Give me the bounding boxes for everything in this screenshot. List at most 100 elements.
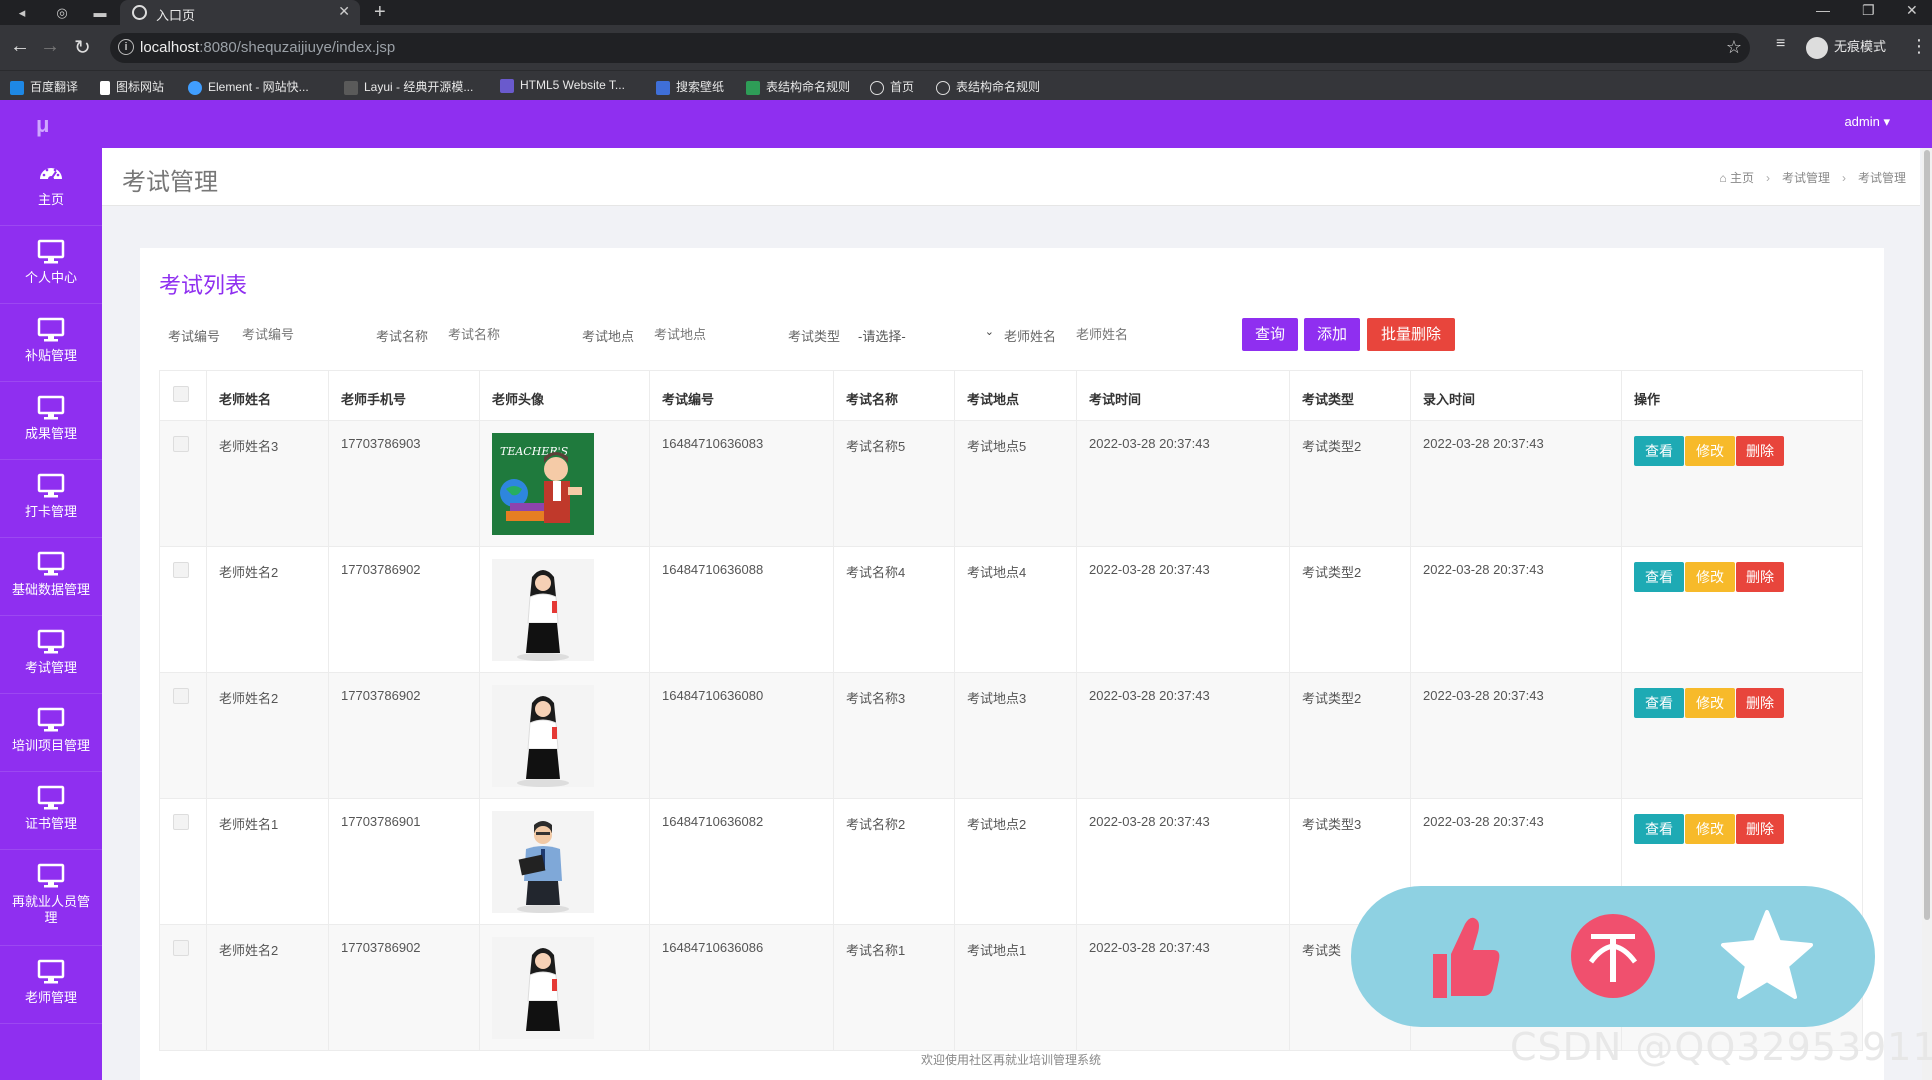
- globe-icon[interactable]: ◎: [52, 3, 72, 23]
- profile-label: 无痕模式: [1834, 39, 1887, 54]
- delete-button[interactable]: 删除: [1736, 436, 1784, 466]
- edit-button[interactable]: 修改: [1685, 562, 1735, 592]
- edit-button[interactable]: 修改: [1685, 688, 1735, 718]
- bookmark-favicon-icon: [870, 80, 884, 95]
- bookmark-item[interactable]: 表结构命名规则: [746, 78, 850, 95]
- profile-button[interactable]: 无痕模式: [1806, 33, 1886, 61]
- sidebar-item-label: 证书管理: [24, 816, 77, 831]
- delete-button[interactable]: 删除: [1736, 562, 1784, 592]
- sidebar-item-subsidy[interactable]: 补贴管理: [0, 304, 102, 382]
- row-select-cell: [159, 672, 207, 799]
- bookmark-item[interactable]: 百度翻译: [10, 78, 78, 95]
- coin-icon[interactable]: [1561, 904, 1665, 1008]
- new-tab-icon[interactable]: +: [374, 1, 386, 24]
- sidebar-item-basic-data[interactable]: 基础数据管理: [0, 538, 102, 616]
- reading-list-icon[interactable]: ≡: [1776, 35, 1785, 53]
- minimize-icon[interactable]: —: [1816, 2, 1830, 18]
- edit-button[interactable]: 修改: [1685, 814, 1735, 844]
- chevron-down-icon: ⌄: [984, 326, 994, 338]
- cell-teacher-name: 老师姓名2: [206, 546, 329, 673]
- bookmark-item[interactable]: 图标网站: [100, 78, 164, 95]
- url-text[interactable]: localhost:8080/shequzaijiuye/index.jsp: [140, 39, 395, 56]
- teacher-name-input[interactable]: [1076, 320, 1186, 348]
- exam-no-input[interactable]: [242, 320, 352, 348]
- window-close-icon[interactable]: ✕: [1906, 2, 1918, 19]
- cell-entered-time: 2022-03-28 20:37:43: [1410, 672, 1622, 799]
- bookmark-item[interactable]: 表结构命名规则: [936, 78, 1040, 95]
- page-header: 考试管理 ⌂ 主页 › 考试管理 › 考试管理: [102, 148, 1920, 206]
- url-path: :8080/shequzaijiuye/index.jsp: [199, 39, 396, 56]
- page-scrollbar[interactable]: [1922, 148, 1932, 1080]
- cell-teacher-avatar: [479, 798, 650, 925]
- sidebar-item-checkin[interactable]: 打卡管理: [0, 460, 102, 538]
- star-icon[interactable]: [1715, 904, 1819, 1008]
- bookmark-item[interactable]: 搜索壁纸: [656, 78, 724, 95]
- scrollbar-thumb[interactable]: [1924, 150, 1930, 920]
- add-button[interactable]: 添加: [1304, 318, 1360, 351]
- sidebar-item-achievement[interactable]: 成果管理: [0, 382, 102, 460]
- sidebar-item-training[interactable]: 培训项目管理: [0, 694, 102, 772]
- sidebar-item-personal[interactable]: 个人中心: [0, 226, 102, 304]
- thumbs-up-icon[interactable]: [1407, 904, 1511, 1008]
- batch-delete-button[interactable]: 批量删除: [1367, 318, 1455, 351]
- exam-name-input[interactable]: [448, 320, 558, 348]
- restore-icon[interactable]: ❐: [1862, 2, 1875, 19]
- browser-toolbar: ← → ↻ i localhost:8080/shequzaijiuye/ind…: [0, 25, 1932, 70]
- delete-button[interactable]: 删除: [1736, 814, 1784, 844]
- sidebar-item-certificate[interactable]: 证书管理: [0, 772, 102, 850]
- table-row: 老师姓名2 17703786902 164847106: [159, 546, 1863, 673]
- app-header: μ admin ▾: [0, 100, 1932, 148]
- sidebar-item-reemployed[interactable]: 再就业人员管理: [0, 850, 102, 946]
- cell-exam-no: 16484710636086: [649, 924, 834, 1051]
- bookmark-label: 图标网站: [116, 80, 165, 94]
- search-button[interactable]: 查询: [1242, 318, 1298, 351]
- delete-button[interactable]: 删除: [1736, 688, 1784, 718]
- select-all-checkbox[interactable]: [173, 386, 189, 402]
- view-button[interactable]: 查看: [1634, 562, 1684, 592]
- row-checkbox[interactable]: [173, 814, 189, 830]
- view-button[interactable]: 查看: [1634, 814, 1684, 844]
- bookmark-item[interactable]: 首页: [870, 78, 914, 95]
- forward-icon[interactable]: →: [40, 35, 60, 58]
- browser-menu-icon[interactable]: ⋮: [1910, 36, 1928, 57]
- breadcrumb-section[interactable]: 考试管理: [1782, 171, 1830, 185]
- bookmark-favicon-icon: [936, 80, 950, 95]
- cell-exam-place: 考试地点4: [954, 546, 1077, 673]
- sidebar-item-teacher[interactable]: 老师管理: [0, 946, 102, 1024]
- cell-exam-name: 考试名称2: [833, 798, 955, 925]
- browser-tab-active[interactable]: 入口页 ✕: [120, 0, 360, 25]
- edit-button[interactable]: 修改: [1685, 436, 1735, 466]
- view-button[interactable]: 查看: [1634, 436, 1684, 466]
- sidebar-item-exam[interactable]: 考试管理: [0, 616, 102, 694]
- reload-icon[interactable]: ↻: [74, 35, 91, 60]
- address-bar[interactable]: i localhost:8080/shequzaijiuye/index.jsp…: [110, 33, 1750, 63]
- breadcrumb-home[interactable]: 主页: [1730, 171, 1754, 185]
- mute-icon[interactable]: ◂: [12, 3, 32, 23]
- back-icon[interactable]: ←: [10, 35, 30, 58]
- female-teacher-image: [492, 559, 594, 661]
- bookmark-item[interactable]: HTML5 Website T...: [500, 78, 625, 93]
- cell-exam-no: 16484710636082: [649, 798, 834, 925]
- bookmark-item[interactable]: Layui - 经典开源模...: [344, 78, 473, 95]
- cell-teacher-phone: 17703786902: [328, 924, 480, 1051]
- bookmark-favicon-icon: [100, 80, 110, 95]
- row-checkbox[interactable]: [173, 436, 189, 452]
- cell-entered-time: 2022-03-28 20:37:43: [1410, 546, 1622, 673]
- exam-place-input[interactable]: [654, 320, 764, 348]
- tab-overview-icon[interactable]: ▬: [90, 3, 110, 23]
- breadcrumb-current: 考试管理: [1857, 171, 1906, 185]
- user-menu[interactable]: admin ▾: [1844, 114, 1890, 130]
- bookmark-item[interactable]: Element - 网站快...: [188, 78, 309, 95]
- tab-close-icon[interactable]: ✕: [338, 3, 350, 20]
- page-title: 考试管理: [122, 169, 218, 196]
- site-info-icon[interactable]: i: [118, 39, 134, 55]
- bookmark-star-icon[interactable]: ☆: [1726, 37, 1742, 58]
- row-checkbox[interactable]: [173, 562, 189, 578]
- row-checkbox[interactable]: [173, 940, 189, 956]
- view-button[interactable]: 查看: [1634, 688, 1684, 718]
- sidebar-item-home[interactable]: 主页: [0, 148, 102, 226]
- row-checkbox[interactable]: [173, 688, 189, 704]
- monitor-icon: [37, 707, 65, 732]
- bookmark-label: Element - 网站快...: [208, 80, 309, 94]
- exam-type-select[interactable]: -请选择- ⌄: [858, 322, 994, 348]
